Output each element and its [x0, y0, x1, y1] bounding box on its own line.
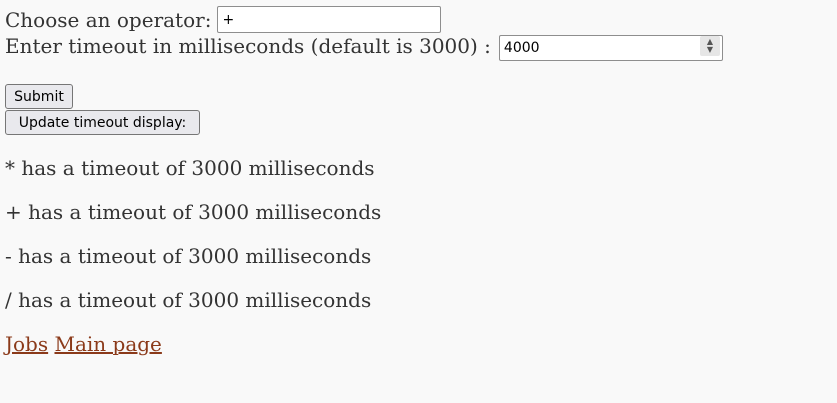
timeout-row: Enter timeout in milliseconds (default i… — [5, 32, 723, 61]
timeout-line-divide: / has a timeout of 3000 milliseconds — [5, 288, 372, 312]
jobs-link[interactable]: Jobs — [5, 332, 48, 356]
operator-input[interactable] — [217, 6, 442, 33]
submit-button[interactable]: Submit — [5, 84, 73, 109]
operator-row: Choose an operator: — [5, 6, 442, 33]
timeout-line-subtract: - has a timeout of 3000 milliseconds — [5, 244, 372, 268]
main-page-link[interactable]: Main page — [54, 332, 161, 356]
update-timeout-display-button[interactable]: Update timeout display: — [5, 110, 200, 135]
spinner-down-icon[interactable]: ▼ — [707, 45, 713, 54]
timeout-label: Enter timeout in milliseconds (default i… — [5, 33, 491, 58]
timeout-line-add: + has a timeout of 3000 milliseconds — [5, 200, 382, 224]
operator-label: Choose an operator: — [5, 7, 212, 32]
footer-links: Jobs Main page — [5, 332, 162, 356]
timeout-line-multiply: * has a timeout of 3000 milliseconds — [5, 156, 375, 180]
timeout-field: ▲ ▼ — [498, 33, 723, 61]
number-spinner-icon[interactable]: ▲ ▼ — [699, 35, 720, 56]
timeout-input[interactable] — [498, 34, 723, 61]
